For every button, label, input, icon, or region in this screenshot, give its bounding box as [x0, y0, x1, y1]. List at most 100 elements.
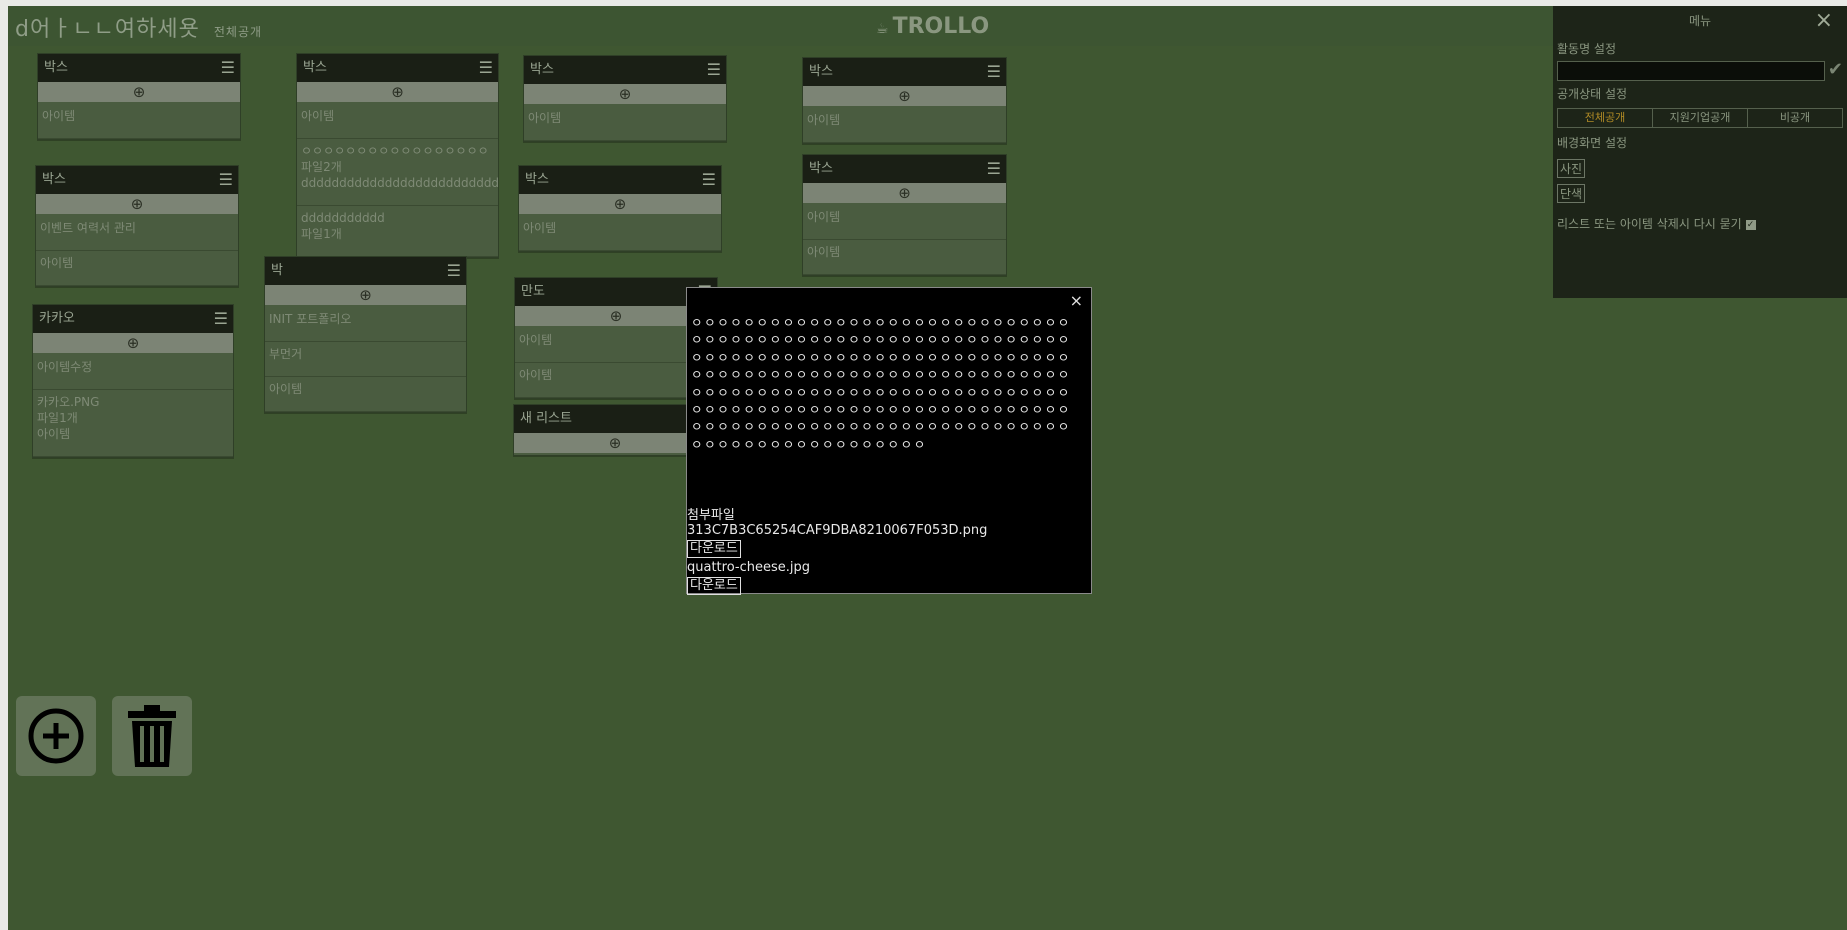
list-title[interactable]: 박스 — [525, 172, 549, 187]
visibility-label: 공개상태 설정 — [1557, 87, 1628, 101]
card-item[interactable]: ㅇㅇㅇㅇㅇㅇㅇㅇㅇㅇㅇㅇㅇㅇㅇㅇㅇ 파일2개 ddddddddddddddddd… — [297, 139, 498, 206]
list-header: 박스 ☰ — [36, 166, 238, 194]
card-item[interactable]: 아이템 — [803, 205, 1006, 240]
add-item-button[interactable]: ⊕ — [36, 194, 238, 214]
background-label: 배경화면 설정 — [1557, 136, 1628, 150]
download-button[interactable]: 다운로드 — [687, 577, 741, 595]
card-item[interactable]: 아이템수정 — [33, 355, 233, 390]
delete-button[interactable] — [112, 696, 192, 776]
list-title[interactable]: 박스 — [44, 60, 68, 75]
hamburger-menu-icon[interactable]: ☰ — [707, 56, 721, 84]
card-item[interactable]: 아이템 — [36, 251, 238, 286]
hamburger-menu-icon[interactable]: ☰ — [214, 305, 228, 333]
add-item-button[interactable]: ⊕ — [33, 333, 233, 353]
card-item[interactable]: 이벤트 여력서 관리 — [36, 216, 238, 251]
hamburger-menu-icon[interactable]: ☰ — [221, 54, 235, 82]
list-title[interactable]: 박스 — [42, 172, 66, 187]
attachment-file-name: quattro-cheese.jpg — [687, 560, 810, 575]
plus-circle-icon — [28, 708, 84, 764]
background-solid-button[interactable]: 단색 — [1557, 184, 1586, 203]
list-header: 박스 ☰ — [524, 56, 726, 84]
list-title[interactable]: 박스 — [809, 64, 833, 79]
add-item-button[interactable]: ⊕ — [524, 84, 726, 104]
card-item[interactable]: 아이템 — [265, 377, 466, 412]
card-item[interactable]: 부먼거 — [265, 342, 466, 377]
add-item-button[interactable]: ⊕ — [38, 82, 240, 102]
card-item[interactable]: 아이템 — [519, 216, 721, 251]
list-column: 카카오 ☰ ⊕ 아이템수정 카카오.PNG 파일1개 아이템 — [32, 304, 234, 458]
list-column: 박 ☰ ⊕ INIT 포트폴리오 부먼거 아이템 — [264, 256, 467, 413]
board-visibility-label[interactable]: 전체공개 — [214, 25, 262, 39]
plus-circle-icon: ⊕ — [898, 184, 911, 202]
list-column: 박스 ☰ ⊕ 아이템 — [802, 57, 1007, 144]
activity-name-row: ✔ — [1557, 59, 1843, 81]
card-item[interactable]: 아이템 — [803, 240, 1006, 275]
plus-circle-icon: ⊕ — [609, 307, 623, 325]
list-column: 박스 ☰ ⊕ 아이템 — [523, 55, 727, 142]
card-item[interactable]: 아이템 — [524, 106, 726, 141]
card-item[interactable]: 카카오.PNG 파일1개 아이템 — [33, 390, 233, 457]
activity-name-input[interactable] — [1557, 61, 1825, 81]
hamburger-menu-icon[interactable]: ☰ — [702, 166, 716, 194]
coffee-icon: ☕ — [876, 21, 889, 37]
close-icon[interactable]: × — [1070, 291, 1083, 310]
add-item-button[interactable]: ⊕ — [297, 82, 498, 102]
hamburger-menu-icon[interactable]: ☰ — [447, 257, 461, 285]
card-item[interactable]: 아이템 — [38, 104, 240, 139]
visibility-option-private[interactable]: 비공개 — [1748, 109, 1842, 127]
hamburger-menu-icon[interactable]: ☰ — [987, 155, 1001, 183]
hamburger-menu-icon[interactable]: ☰ — [219, 166, 233, 194]
card-description: ㅇㅇㅇㅇㅇㅇㅇㅇㅇㅇㅇㅇㅇㅇㅇㅇㅇㅇㅇㅇㅇㅇㅇㅇㅇㅇㅇㅇㅇㅇㅇㅇㅇㅇㅇㅇㅇㅇㅇㅇ… — [691, 315, 1071, 452]
side-menu: 메뉴 × 활동명 설정 ✔ 공개상태 설정 전체공개 지원기업공개 비공개 배경… — [1553, 6, 1847, 298]
plus-circle-icon: ⊕ — [130, 195, 144, 213]
plus-circle-icon: ⊕ — [898, 87, 911, 105]
list-title[interactable]: 박스 — [303, 60, 327, 75]
list-header: 박스 ☰ — [519, 166, 721, 194]
add-item-button[interactable]: ⊕ — [265, 285, 466, 305]
menu-title: 메뉴 — [1688, 14, 1712, 28]
add-item-button[interactable]: ⊕ — [803, 183, 1006, 203]
list-header: 박스 ☰ — [297, 54, 498, 82]
hamburger-menu-icon[interactable]: ☰ — [479, 54, 493, 82]
download-button[interactable]: 다운로드 — [687, 540, 741, 558]
plus-circle-icon: ⊕ — [132, 83, 146, 101]
board-title[interactable]: d어ㅏㄴㄴ여하세욧 전체공개 — [15, 11, 262, 43]
card-item[interactable]: 아이템 — [297, 104, 498, 139]
trollo-logo[interactable]: ☕ TROLLO — [876, 14, 989, 39]
visibility-option-company[interactable]: 지원기업공개 — [1653, 109, 1748, 127]
list-title[interactable]: 박스 — [530, 62, 554, 77]
card-item[interactable]: ddddddddddd 파일1개 — [297, 206, 498, 257]
logo-text: TROLLO — [892, 14, 990, 39]
confirm-delete-row: 리스트 또는 아이템 삭제시 다시 묻기 ✓ — [1557, 215, 1843, 232]
visibility-selector: 전체공개 지원기업공개 비공개 — [1557, 108, 1843, 128]
board-title-text[interactable]: d어ㅏㄴㄴ여하세욧 — [15, 17, 200, 42]
list-column: 박스 ☰ ⊕ 아이템 아이템 — [802, 154, 1007, 276]
hamburger-menu-icon[interactable]: ☰ — [987, 58, 1001, 86]
list-title[interactable]: 카카오 — [39, 311, 75, 326]
confirm-delete-checkbox[interactable]: ✓ — [1745, 219, 1756, 230]
list-header: 박 ☰ — [265, 257, 466, 285]
card-item[interactable]: INIT 포트폴리오 — [265, 307, 466, 342]
list-header: 카카오 ☰ — [33, 305, 233, 333]
list-title[interactable]: 박스 — [809, 161, 833, 176]
check-icon[interactable]: ✔ — [1828, 59, 1843, 80]
add-list-button[interactable] — [16, 696, 96, 776]
card-detail-modal: × ㅇㅇㅇㅇㅇㅇㅇㅇㅇㅇㅇㅇㅇㅇㅇㅇㅇㅇㅇㅇㅇㅇㅇㅇㅇㅇㅇㅇㅇㅇㅇㅇㅇㅇㅇㅇㅇㅇ… — [686, 287, 1092, 595]
list-header: 박스 ☰ — [38, 54, 240, 82]
add-item-button[interactable]: ⊕ — [803, 86, 1006, 106]
list-column: 박스 ☰ ⊕ 아이템 ㅇㅇㅇㅇㅇㅇㅇㅇㅇㅇㅇㅇㅇㅇㅇㅇㅇ 파일2개 dddddddddd… — [296, 53, 499, 258]
add-item-button[interactable]: ⊕ — [519, 194, 721, 214]
list-column: 박스 ☰ ⊕ 아이템 — [518, 165, 722, 252]
visibility-option-public[interactable]: 전체공개 — [1558, 109, 1653, 127]
list-column: 박스 ☰ ⊕ 아이템 — [37, 53, 241, 140]
close-icon[interactable]: × — [1815, 6, 1833, 36]
list-title[interactable]: 만도 — [521, 284, 545, 299]
card-item[interactable]: 아이템 — [803, 108, 1006, 143]
plus-circle-icon: ⊕ — [608, 434, 622, 452]
confirm-delete-label: 리스트 또는 아이템 삭제시 다시 묻기 — [1557, 217, 1742, 231]
plus-circle-icon: ⊕ — [391, 83, 404, 101]
list-title[interactable]: 박 — [271, 263, 283, 278]
background-photo-button[interactable]: 사진 — [1557, 159, 1586, 178]
list-title[interactable]: 새 리스트 — [520, 411, 572, 426]
list-column: 박스 ☰ ⊕ 이벤트 여력서 관리 아이템 — [35, 165, 239, 287]
